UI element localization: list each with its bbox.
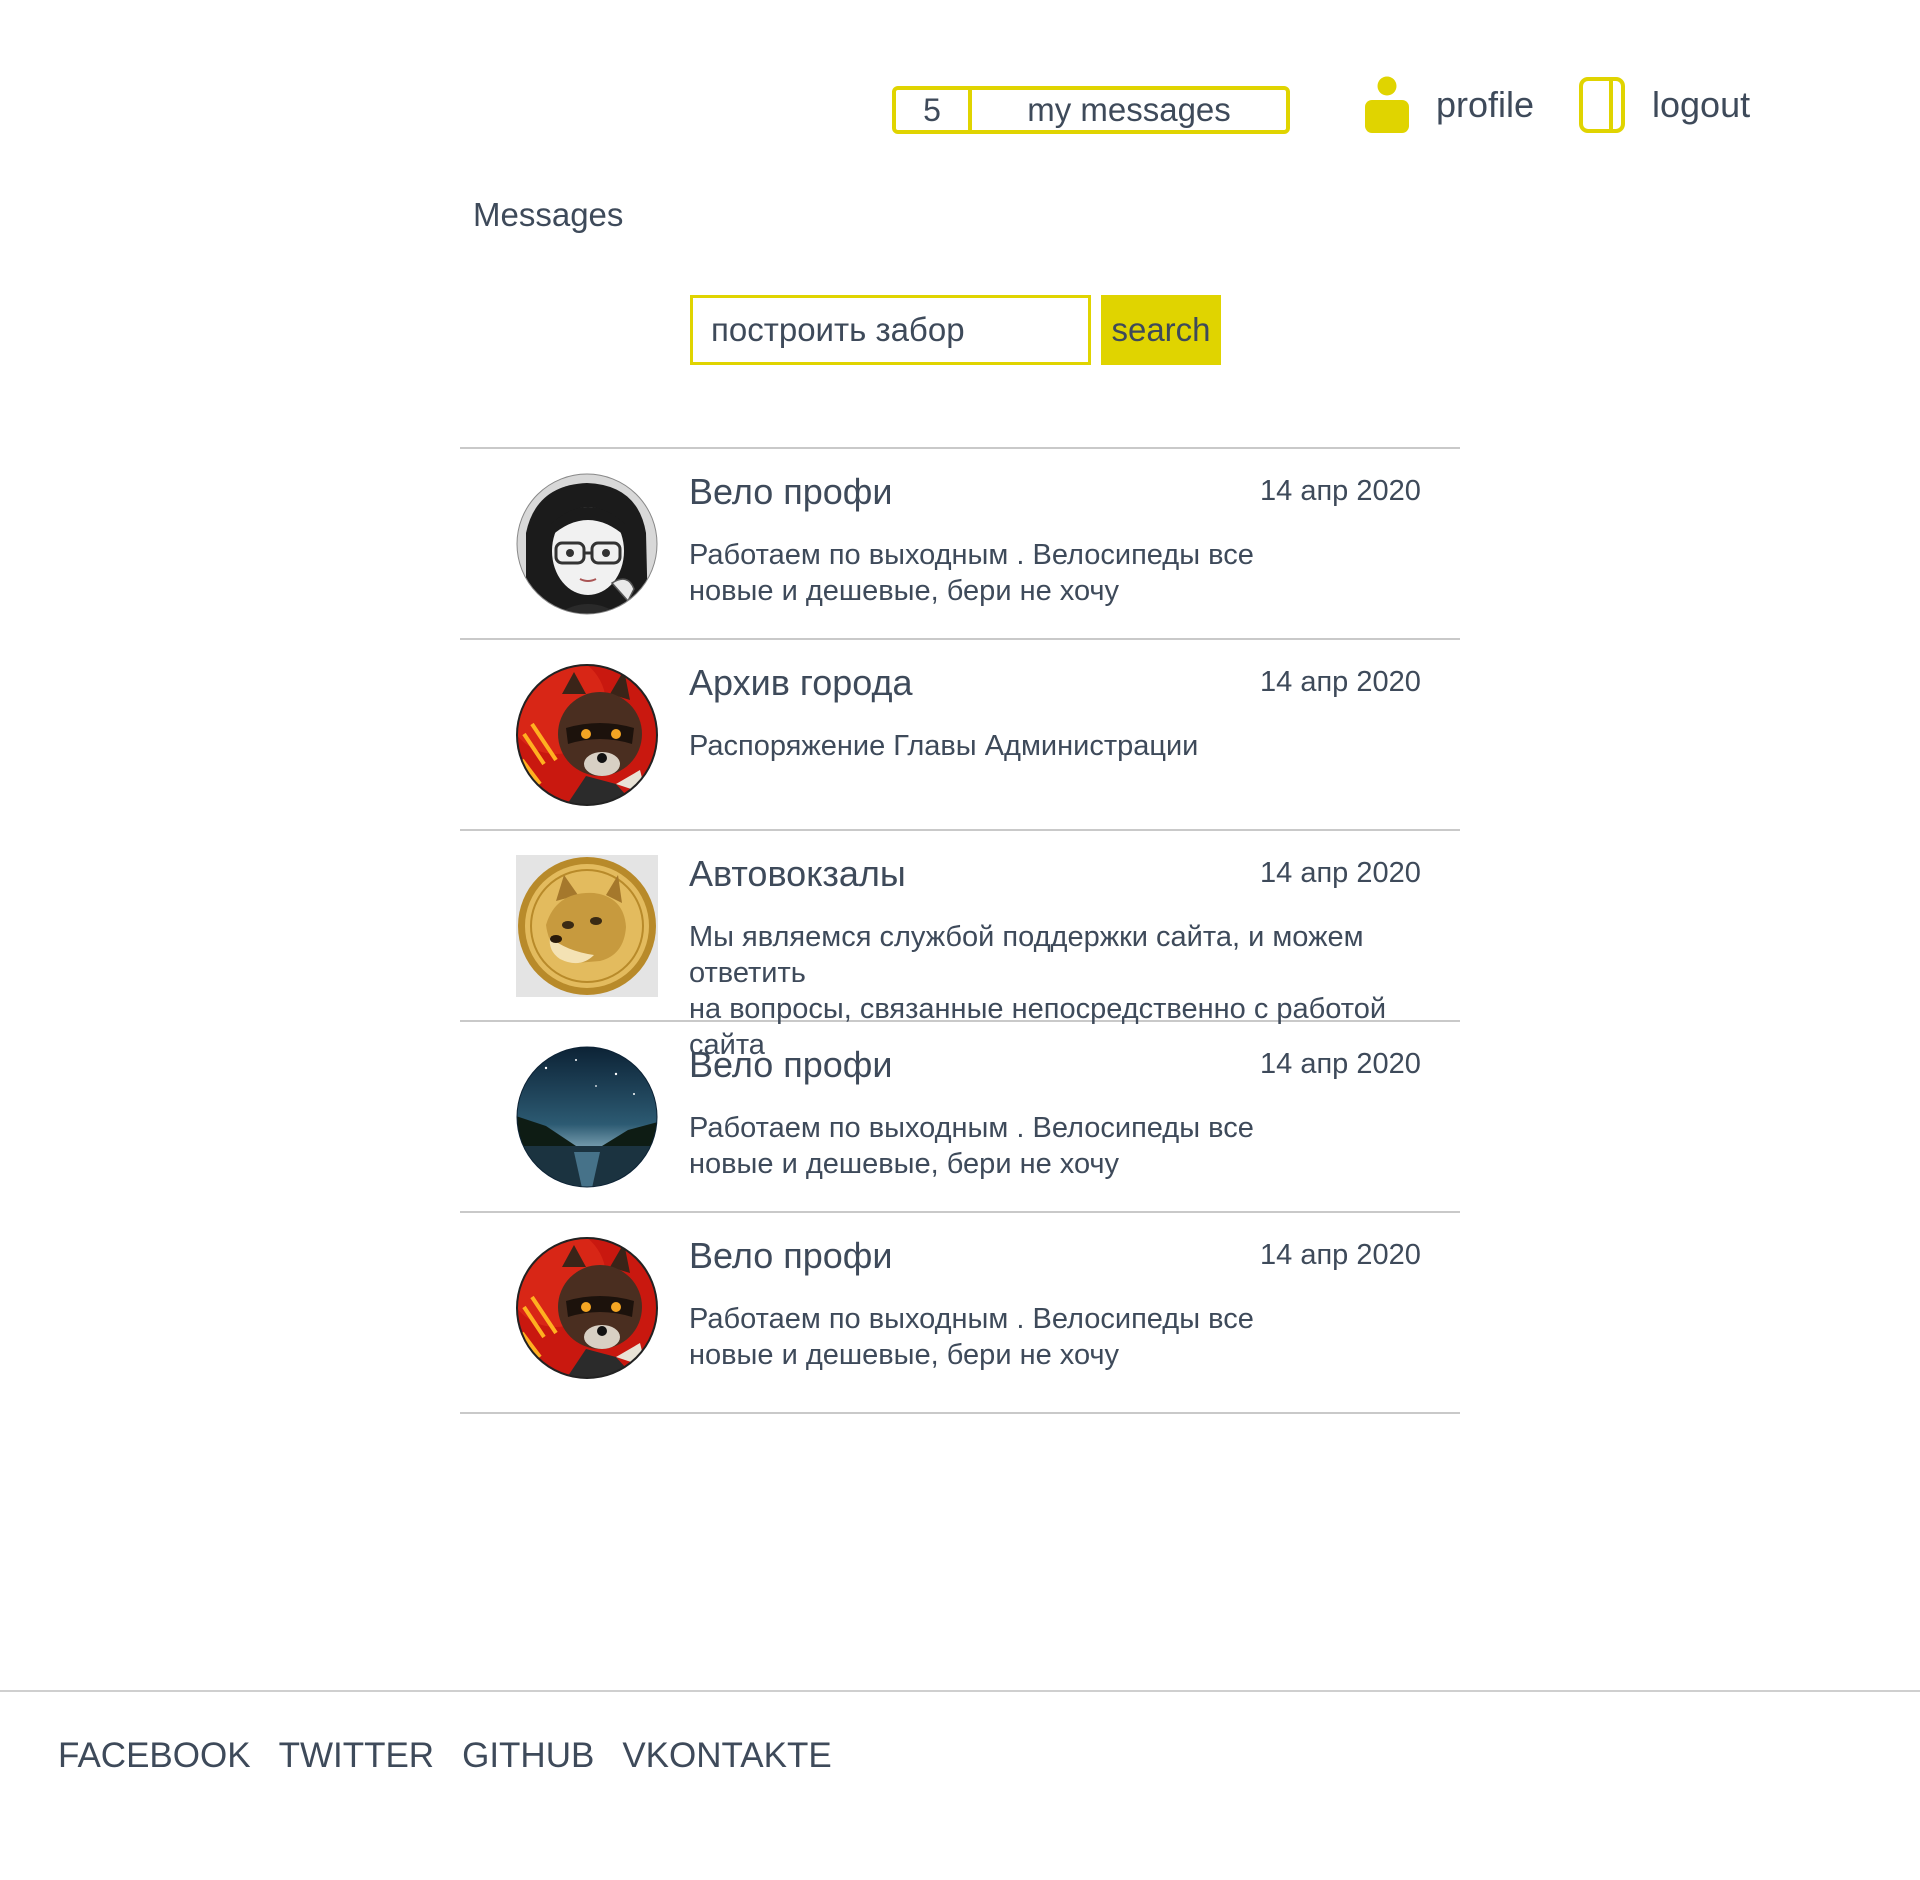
logout-link[interactable]: logout [1578,74,1750,136]
my-messages-button[interactable]: 5 my messages [892,86,1290,134]
messages-count-badge: 5 [896,90,972,130]
message-row[interactable]: Вело профи 14 апр 2020 Работаем по выход… [460,1213,1460,1414]
my-messages-label: my messages [1027,91,1231,128]
raccoon-avatar [516,1237,658,1379]
message-row[interactable]: Вело профи 14 апр 2020 Работаем по выход… [460,449,1460,640]
door-icon [1579,77,1625,133]
page-title: Messages [473,196,624,233]
night-lake-avatar [516,1046,658,1188]
sender-name: Вело профи [689,471,893,512]
footer-link-github[interactable]: GITHUB [462,1736,594,1776]
message-date: 14 апр 2020 [1260,857,1421,889]
sender-name: Автовокзалы [689,853,906,894]
profile-link[interactable]: profile [1364,74,1534,136]
message-date: 14 апр 2020 [1260,1048,1421,1080]
header: 5 my messages profile logout [0,0,1920,160]
message-preview: Работаем по выходным . Велосипеды все но… [689,1112,1254,1180]
anime-girl-glasses-avatar [516,473,658,615]
search-input[interactable] [690,295,1091,365]
search-button[interactable]: search [1101,295,1221,365]
message-date: 14 апр 2020 [1260,666,1421,698]
message-date: 14 апр 2020 [1260,1239,1421,1271]
message-preview: Работаем по выходным . Велосипеды все но… [689,1303,1254,1371]
footer-link-vkontakte[interactable]: VKONTAKTE [622,1736,831,1776]
footer: FACEBOOK TWITTER GITHUB VKONTAKTE [0,1690,1920,1775]
message-preview: Распоряжение Главы Администрации [689,730,1199,762]
sender-name: Вело профи [689,1044,893,1085]
message-row[interactable]: Вело профи 14 апр 2020 Работаем по выход… [460,1022,1460,1213]
profile-label: profile [1436,84,1535,125]
footer-link-facebook[interactable]: FACEBOOK [58,1736,251,1776]
logout-label: logout [1652,84,1751,125]
message-row[interactable]: Автовокзалы 14 апр 2020 Мы являемся служ… [460,831,1460,1061]
message-preview: Работаем по выходным . Велосипеды все но… [689,539,1254,607]
sender-name: Архив города [689,662,913,703]
footer-link-twitter[interactable]: TWITTER [279,1736,435,1776]
doge-coin-avatar [516,855,658,997]
message-list: Вело профи 14 апр 2020 Работаем по выход… [460,447,1460,1414]
message-date: 14 апр 2020 [1260,475,1421,507]
user-icon [1365,76,1409,133]
footer-links: FACEBOOK TWITTER GITHUB VKONTAKTE [58,1736,832,1776]
sender-name: Вело профи [689,1235,893,1276]
raccoon-avatar [516,664,658,806]
message-row[interactable]: Архив города 14 апр 2020 Распоряжение Гл… [460,640,1460,831]
